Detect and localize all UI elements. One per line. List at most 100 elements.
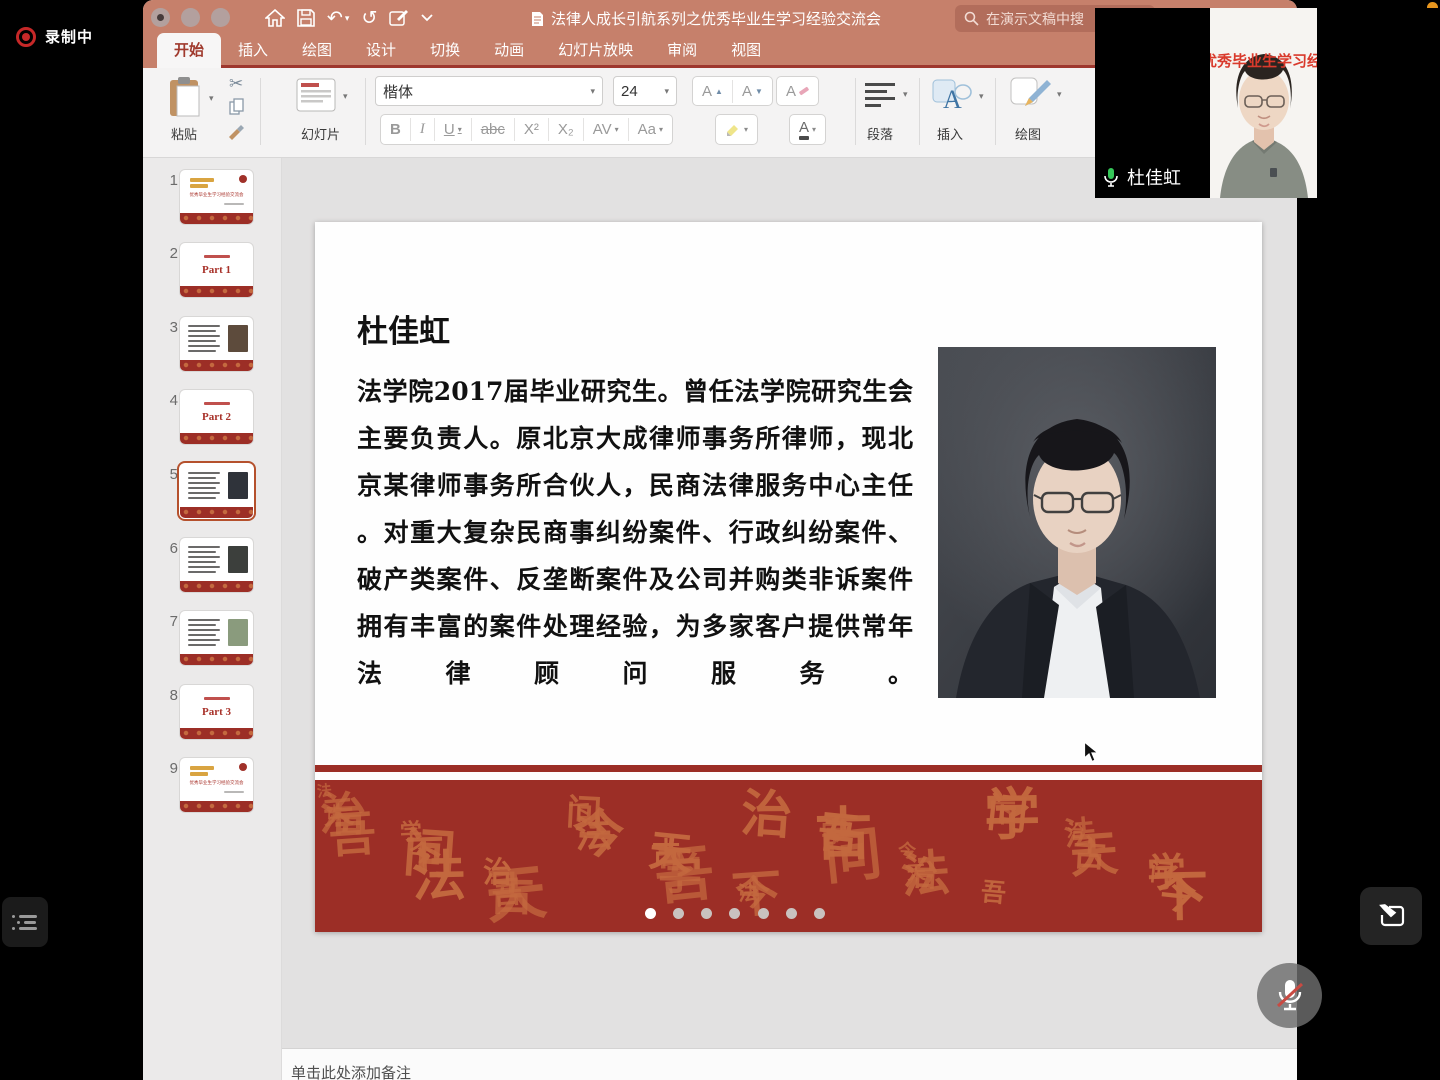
tab-5[interactable]: 动画 bbox=[477, 33, 541, 68]
format-painter-button[interactable] bbox=[227, 123, 245, 146]
scissors-icon: ✂ bbox=[229, 74, 243, 93]
copy-button[interactable] bbox=[229, 98, 245, 120]
thumb-content-bar bbox=[190, 766, 214, 770]
character-spacing-button[interactable]: AV▾ bbox=[584, 118, 629, 141]
cut-button[interactable]: ✂ bbox=[229, 74, 243, 94]
zoom-window-button[interactable] bbox=[211, 8, 230, 27]
tab-4[interactable]: 切换 bbox=[413, 33, 477, 68]
shrink-font-button[interactable]: A▼ bbox=[733, 80, 772, 103]
strikethrough-button[interactable]: abc bbox=[472, 118, 515, 141]
slide-layout-icon bbox=[296, 78, 336, 112]
banner-glyph: 古 bbox=[1072, 837, 1107, 872]
annotation-button[interactable] bbox=[1360, 887, 1422, 945]
thumbnail-item-6[interactable] bbox=[180, 538, 253, 592]
paragraph-button[interactable] bbox=[865, 82, 897, 113]
thumbnail-item-3[interactable] bbox=[180, 317, 253, 371]
slide-title-text[interactable]: 杜佳虹 bbox=[357, 306, 450, 351]
slide-canvas[interactable]: 杜佳虹 法学院2017届毕业研究生。曾任法学院研究生会主要负责人。原北京大成律师… bbox=[315, 222, 1262, 932]
thumb-content-bar bbox=[224, 791, 244, 793]
insert-dropdown[interactable]: ▾ bbox=[979, 92, 984, 101]
thumb-content-bar bbox=[188, 634, 216, 636]
grow-font-button[interactable]: A▲ bbox=[693, 80, 733, 103]
tab-0[interactable]: 开始 bbox=[157, 33, 221, 68]
thumb-content-bar bbox=[190, 178, 214, 182]
thumb-content-bar bbox=[188, 482, 220, 484]
thumbnail-number: 2 bbox=[154, 245, 178, 262]
qat-more-button[interactable] bbox=[421, 14, 433, 22]
thumb-content-bar bbox=[188, 619, 220, 621]
tab-7[interactable]: 审阅 bbox=[650, 33, 714, 68]
draw-dropdown[interactable]: ▾ bbox=[1057, 90, 1062, 99]
thumb-banner bbox=[180, 654, 253, 665]
thumb-content-bar bbox=[188, 330, 216, 332]
undo-button[interactable]: ↶▾ bbox=[327, 7, 349, 30]
slide-label: 幻灯片 bbox=[301, 124, 340, 143]
subscript-button[interactable]: X₂ bbox=[549, 118, 584, 141]
meeting-list-button[interactable] bbox=[2, 897, 48, 947]
underline-button[interactable]: U▾ bbox=[435, 118, 472, 141]
recording-label: 录制中 bbox=[45, 26, 93, 47]
thumb-content-bar bbox=[188, 546, 220, 548]
tab-8[interactable]: 视图 bbox=[714, 33, 778, 68]
superscript-button[interactable]: X² bbox=[515, 118, 549, 141]
insert-button[interactable]: A bbox=[931, 78, 973, 119]
thumbnail-item-1[interactable]: 优秀毕业生学习经验交流会 bbox=[180, 170, 253, 224]
save-button[interactable] bbox=[297, 9, 315, 27]
tab-2[interactable]: 绘图 bbox=[285, 33, 349, 68]
highlighter-icon bbox=[725, 122, 741, 138]
edit-mode-button[interactable] bbox=[389, 9, 409, 27]
tab-3[interactable]: 设计 bbox=[349, 33, 413, 68]
thumbnail-number: 8 bbox=[154, 687, 178, 704]
new-slide-dropdown[interactable]: ▾ bbox=[343, 92, 348, 101]
bold-button[interactable]: B bbox=[381, 118, 411, 141]
minimize-window-button[interactable] bbox=[181, 8, 200, 27]
thumb-content-bar bbox=[188, 571, 216, 573]
thumb-banner bbox=[180, 433, 253, 444]
desktop: 录制中 ↶▾ ↺ bbox=[0, 0, 1440, 1080]
close-window-button[interactable] bbox=[151, 8, 170, 27]
search-placeholder: 在演示文稿中搜 bbox=[986, 9, 1084, 29]
slide-body-text[interactable]: 法学院2017届毕业研究生。曾任法学院研究生会主要负责人。原北京大成律师事务所律… bbox=[357, 368, 913, 697]
text-highlight-button[interactable]: ▾ bbox=[716, 119, 757, 141]
banner-glyph: 法 bbox=[574, 815, 612, 853]
thumbnail-item-2[interactable]: Part 1 bbox=[180, 243, 253, 297]
redo-button[interactable]: ↺ bbox=[361, 7, 377, 30]
notes-input[interactable]: 单击此处添加备注 bbox=[282, 1048, 1297, 1080]
tab-1[interactable]: 插入 bbox=[221, 33, 285, 68]
thumbnail-item-7[interactable] bbox=[180, 611, 253, 665]
thumbnail-item-8[interactable]: Part 3 bbox=[180, 685, 253, 739]
paste-button[interactable] bbox=[168, 76, 206, 125]
slide-photo[interactable] bbox=[938, 347, 1216, 698]
change-case-button[interactable]: Aa▾ bbox=[629, 118, 672, 141]
thumb-content-bar bbox=[190, 184, 208, 188]
home-button[interactable] bbox=[265, 9, 285, 27]
slide-thumbnail-pane: 1优秀毕业生学习经验交流会2Part 134Part 25678Part 39优… bbox=[143, 158, 282, 1048]
draw-button[interactable] bbox=[1009, 76, 1053, 121]
italic-button[interactable]: I bbox=[411, 118, 435, 141]
thumbnail-item-4[interactable]: Part 2 bbox=[180, 390, 253, 444]
thumbnail-item-9[interactable]: 优秀毕业生学习经验交流会 bbox=[180, 758, 253, 812]
thumb-content-bar bbox=[188, 561, 216, 563]
undo-icon: ↶ bbox=[327, 7, 343, 30]
thumbnail-number: 5 bbox=[154, 466, 178, 483]
banner-glyph: 问 bbox=[821, 824, 885, 888]
thumbnail-number: 1 bbox=[154, 172, 178, 189]
mic-muted-button[interactable] bbox=[1257, 963, 1322, 1028]
font-size-select[interactable]: 24▾ bbox=[613, 76, 677, 106]
thumb-content-bar bbox=[188, 556, 220, 558]
font-color-group: A ▾ bbox=[789, 114, 826, 145]
new-slide-button[interactable] bbox=[296, 78, 336, 117]
thumbnail-item-5[interactable] bbox=[180, 464, 253, 518]
webcam-overlay: 优秀毕业生学习经验 杜佳虹 bbox=[1095, 8, 1440, 198]
font-name-select[interactable]: 楷体▾ bbox=[375, 76, 603, 106]
paragraph-dropdown[interactable]: ▾ bbox=[903, 90, 908, 99]
search-icon bbox=[964, 11, 979, 26]
thumb-content-bar bbox=[188, 629, 220, 631]
clear-formatting-button[interactable]: A bbox=[777, 80, 818, 103]
font-color-button[interactable]: A ▾ bbox=[790, 117, 825, 143]
highlight-group: ▾ bbox=[715, 114, 758, 145]
paste-dropdown[interactable]: ▾ bbox=[209, 94, 214, 103]
slide-body-line: 法律顾问服务。 bbox=[357, 650, 913, 697]
mouse-cursor bbox=[1083, 741, 1102, 763]
tab-6[interactable]: 幻灯片放映 bbox=[541, 33, 650, 68]
